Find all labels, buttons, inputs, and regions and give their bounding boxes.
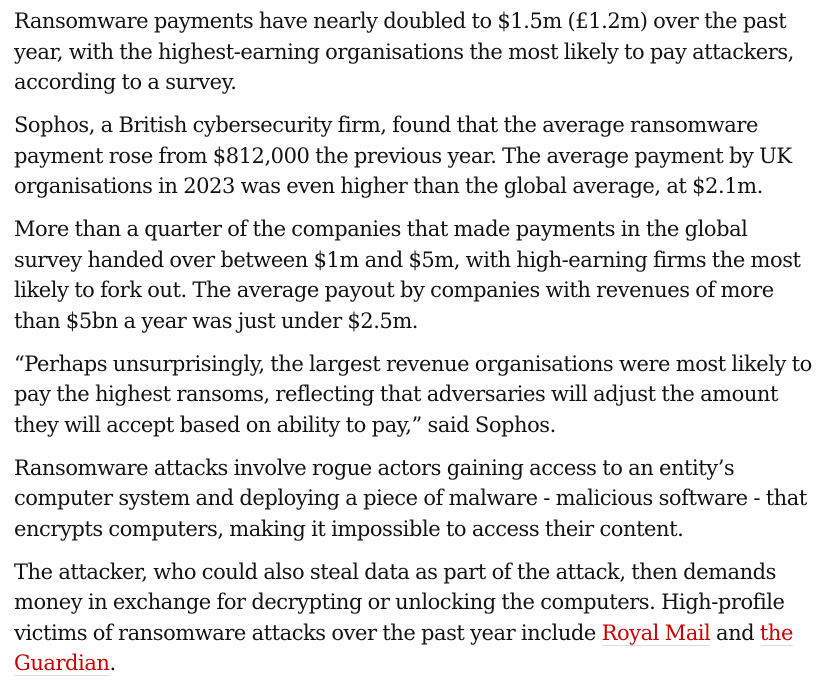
paragraph-6: The attacker, who could also steal data … [14, 557, 814, 679]
paragraph-6-text-between: and [710, 620, 760, 645]
paragraph-6-text-after: . [109, 651, 116, 675]
article-body: Ransomware payments have nearly doubled … [14, 6, 814, 691]
paragraph-1: Ransomware payments have nearly doubled … [14, 9, 794, 94]
paragraph-5: Ransomware attacks involve rogue actors … [14, 455, 807, 541]
paragraph-3: More than a quarter of the companies tha… [14, 217, 801, 333]
royal-mail-link[interactable]: Royal Mail [601, 620, 711, 646]
paragraph-2: Sophos, a British cybersecurity firm, fo… [14, 113, 792, 198]
paragraph-4-quote: “Perhaps unsurprisingly, the largest rev… [14, 351, 812, 437]
